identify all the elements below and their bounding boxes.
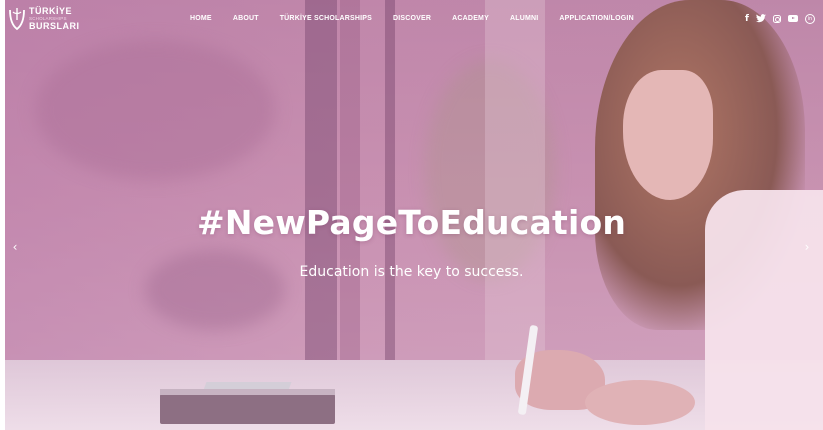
window-frame: [305, 0, 337, 360]
instagram-glyph: [772, 14, 781, 23]
nav-turkiye-scholarships[interactable]: TÜRKİYE SCHOLARSHIPS: [280, 15, 372, 22]
window-frame: [340, 0, 360, 360]
social-links: f in: [745, 13, 822, 24]
instagram-icon[interactable]: [772, 13, 781, 24]
student-face: [623, 70, 713, 200]
linkedin-label: in: [807, 15, 813, 22]
nav-about[interactable]: ABOUT: [233, 15, 259, 22]
hero-subtitle: Education is the key to success.: [299, 264, 524, 280]
site-logo[interactable]: TÜRKİYE SCHOLARSHIPS BURSLARI: [8, 6, 80, 32]
book: [160, 389, 335, 424]
nav-alumni[interactable]: ALUMNI: [510, 15, 538, 22]
twitter-glyph: [755, 14, 766, 23]
site-header: TÜRKİYE SCHOLARSHIPS BURSLARI HOME ABOUT…: [0, 0, 823, 40]
desk: [5, 360, 823, 430]
main-nav: HOME ABOUT TÜRKİYE SCHOLARSHIPS DISCOVER…: [190, 15, 655, 22]
background-blur: [35, 40, 275, 180]
nav-application-login[interactable]: APPLICATION/LOGIN: [559, 15, 633, 22]
logo-line-turkiye: TÜRKİYE: [29, 5, 73, 16]
background-blur: [145, 250, 285, 330]
student-hand: [585, 380, 695, 425]
window-frame: [385, 0, 395, 360]
nav-home[interactable]: HOME: [190, 15, 212, 22]
nav-academy[interactable]: ACADEMY: [452, 15, 489, 22]
chevron-right-icon[interactable]: ›: [800, 240, 814, 256]
chevron-left-icon[interactable]: ‹: [8, 240, 22, 256]
facebook-icon[interactable]: f: [745, 13, 749, 24]
logo-line-burslari: BURSLARI: [29, 21, 80, 32]
logo-icon: [9, 8, 25, 31]
linkedin-icon[interactable]: in: [804, 13, 815, 24]
window-light: [485, 0, 545, 360]
twitter-icon[interactable]: [755, 13, 766, 24]
youtube-glyph: [787, 15, 798, 22]
youtube-icon[interactable]: [787, 13, 798, 24]
logo-text: TÜRKİYE SCHOLARSHIPS BURSLARI: [29, 5, 80, 32]
nav-discover[interactable]: DISCOVER: [393, 15, 431, 22]
hero-title: #NewPageToEducation: [196, 203, 627, 242]
